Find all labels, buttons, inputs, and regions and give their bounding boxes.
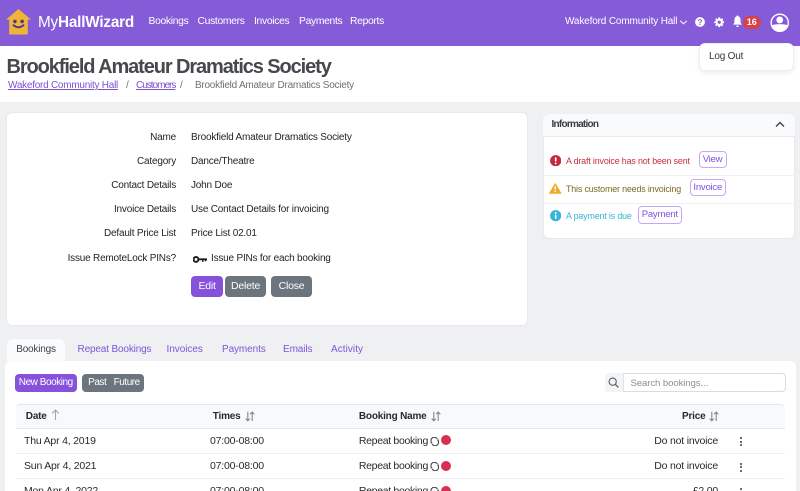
- svg-text:?: ?: [697, 18, 702, 27]
